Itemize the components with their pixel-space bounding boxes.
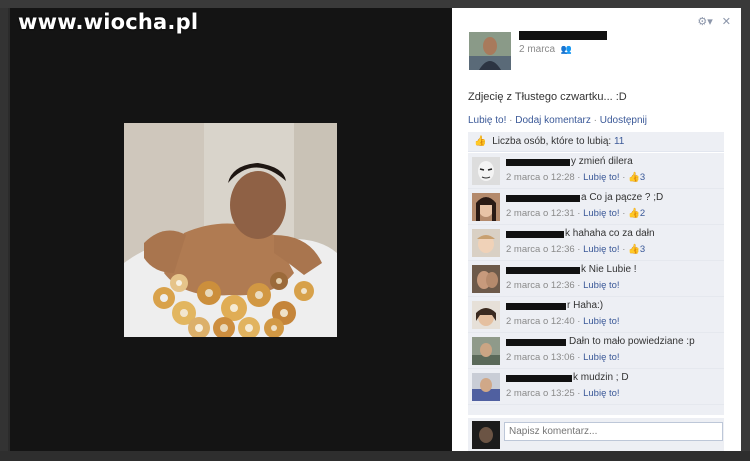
comment-text: y zmień dilera (571, 156, 633, 167)
background-right-strip (741, 8, 750, 461)
action-separator: · (590, 115, 600, 126)
photo-image (124, 123, 337, 337)
photo-caption: Zdjecię z Tłustego czwartku... :D (468, 91, 627, 103)
comment: y zmień dilera 2 marca o 12:28 · Lubię t… (468, 153, 724, 189)
comment-meta: 2 marca o 13:06 · Lubię to! (506, 352, 620, 363)
comment-time: 2 marca o 12:28 (506, 172, 575, 183)
photo-sidebar: ⚙▾ ✕ 2 marca 👥 Zdjecię z Tłustego czwart… (452, 8, 741, 451)
photo[interactable] (124, 123, 337, 337)
thumbs-up-icon: 👍 (474, 136, 487, 147)
comment-text: k Nie Lubie ! (581, 264, 637, 275)
commenter-avatar[interactable] (472, 301, 500, 329)
comment-meta: 2 marca o 12:36 · Lubię to! (506, 280, 620, 291)
comment-like-link[interactable]: Lubię to! (583, 316, 619, 327)
photo-actions: Lubię to! · Dodaj komentarz · Udostępnij (468, 115, 647, 126)
owner-avatar-image (469, 32, 511, 70)
comment-time: 2 marca o 12:36 (506, 244, 575, 255)
background-top-strip (0, 0, 750, 8)
thumbs-up-icon: 👍 (628, 172, 640, 183)
comment-time: 2 marca o 12:36 (506, 280, 575, 291)
commenter-avatar[interactable] (472, 229, 500, 257)
background-left-strip (0, 8, 8, 461)
comment-like-count[interactable]: 2 (640, 208, 645, 219)
comment-time: 2 marca o 12:31 (506, 208, 575, 219)
comment-text: k mudzin ; D (573, 372, 629, 383)
owner-name-redacted[interactable] (519, 31, 607, 40)
gear-icon[interactable]: ⚙▾ (697, 16, 712, 28)
comment-input[interactable] (504, 422, 723, 441)
commenter-name-redacted[interactable] (506, 159, 570, 166)
like-link[interactable]: Lubię to! (468, 115, 506, 126)
sidebar-top-icons: ⚙▾ ✕ (691, 15, 731, 28)
comment-like-link[interactable]: Lubię to! (583, 244, 619, 255)
owner-date[interactable]: 2 marca 👥 (519, 44, 572, 55)
comment-like-count[interactable]: 3 (640, 244, 645, 255)
thumbs-up-icon: 👍 (628, 244, 640, 255)
comment-like-link[interactable]: Lubię to! (583, 280, 619, 291)
comment-text: r Haha:) (567, 300, 604, 311)
action-separator: · (506, 115, 516, 126)
comment-text: k hahaha co za dałn (565, 228, 655, 239)
comment: k Nie Lubie ! 2 marca o 12:36 · Lubię to… (468, 261, 724, 297)
watermark: www.wiocha.pl (18, 10, 199, 34)
comment-meta: 2 marca o 12:36 · Lubię to! · 👍3 (506, 244, 646, 255)
thumbs-up-icon: 👍 (628, 208, 640, 219)
commenter-name-redacted[interactable] (506, 195, 580, 202)
comment-time: 2 marca o 12:40 (506, 316, 575, 327)
comment: k mudzin ; D 2 marca o 13:25 · Lubię to! (468, 369, 724, 405)
comment-time: 2 marca o 13:25 (506, 388, 575, 399)
friends-audience-icon: 👥 (560, 44, 573, 54)
comment-meta: 2 marca o 12:40 · Lubię to! (506, 316, 620, 327)
comment: Dałn to mało powiedziane :p 2 marca o 13… (468, 333, 724, 369)
commenter-avatar[interactable] (472, 373, 500, 401)
comment-like-count[interactable]: 3 (640, 172, 645, 183)
commenter-name-redacted[interactable] (506, 303, 566, 310)
photo-stage[interactable] (10, 8, 452, 451)
likes-label: Liczba osób, które to lubią: (492, 136, 612, 147)
comment-like-link[interactable]: Lubię to! (583, 172, 619, 183)
commenter-avatar[interactable] (472, 265, 500, 293)
comment-meta: 2 marca o 12:28 · Lubię to! · 👍3 (506, 172, 646, 183)
commenter-name-redacted[interactable] (506, 267, 580, 274)
add-comment-link[interactable]: Dodaj komentarz (515, 115, 591, 126)
comment-like-link[interactable]: Lubię to! (583, 352, 619, 363)
commenter-name-redacted[interactable] (506, 339, 566, 346)
owner-avatar[interactable] (469, 32, 511, 70)
likes-summary: 👍 Liczba osób, które to lubią: 11 (468, 132, 724, 152)
comment-like-link[interactable]: Lubię to! (583, 388, 619, 399)
comment-text: Dałn to mało powiedziane :p (569, 336, 695, 347)
comment-list[interactable]: y zmień dilera 2 marca o 12:28 · Lubię t… (468, 153, 724, 415)
comment-time: 2 marca o 13:06 (506, 352, 575, 363)
comment: a Co ja pącze ? ;D 2 marca o 12:31 · Lub… (468, 189, 724, 225)
close-icon[interactable]: ✕ (722, 16, 731, 28)
background-bottom-strip (0, 451, 750, 461)
comment-meta: 2 marca o 12:31 · Lubię to! · 👍2 (506, 208, 646, 219)
owner-date-text: 2 marca (519, 44, 556, 55)
likes-count[interactable]: 11 (614, 136, 624, 147)
commenter-avatar[interactable] (472, 157, 500, 185)
commenter-avatar[interactable] (472, 193, 500, 221)
comment: k hahaha co za dałn 2 marca o 12:36 · Lu… (468, 225, 724, 261)
comment-meta: 2 marca o 13:25 · Lubię to! (506, 388, 620, 399)
comment-like-link[interactable]: Lubię to! (583, 208, 619, 219)
share-link[interactable]: Udostępnij (600, 115, 647, 126)
current-user-avatar (472, 421, 500, 449)
commenter-name-redacted[interactable] (506, 231, 564, 238)
comment-text: a Co ja pącze ? ;D (581, 192, 664, 203)
comment: r Haha:) 2 marca o 12:40 · Lubię to! (468, 297, 724, 333)
commenter-name-redacted[interactable] (506, 375, 572, 382)
write-comment-area (468, 418, 724, 451)
commenter-avatar[interactable] (472, 337, 500, 365)
